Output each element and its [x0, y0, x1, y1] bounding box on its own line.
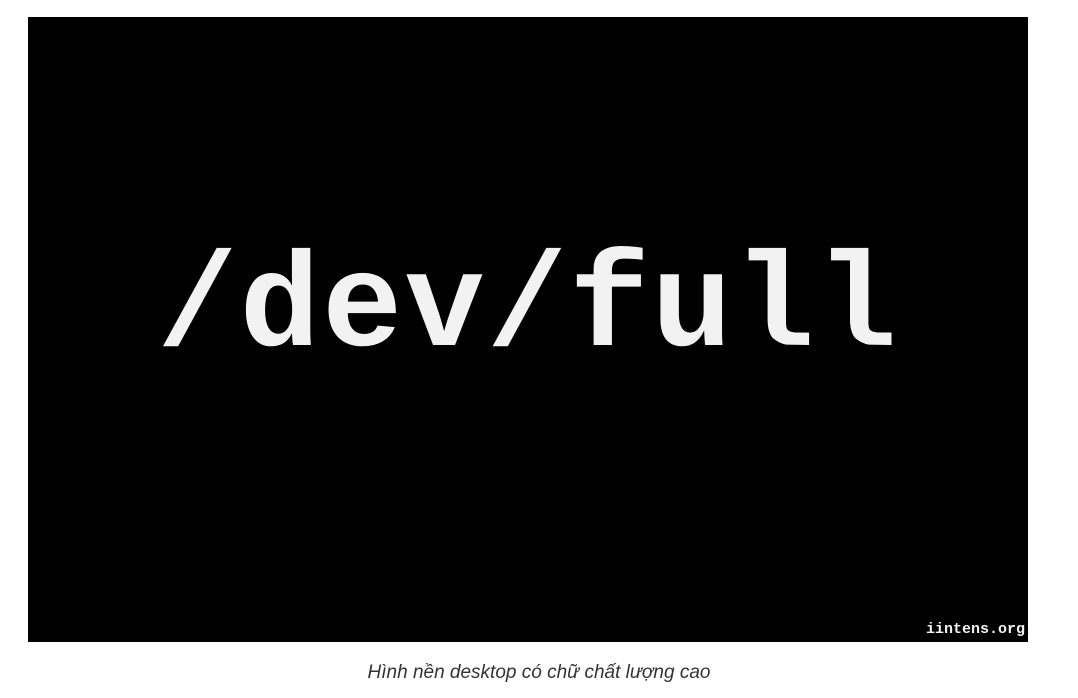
- figure-caption: Hình nền desktop có chữ chất lượng cao: [367, 662, 711, 683]
- wallpaper-headline: /dev/full: [157, 234, 899, 386]
- wallpaper-watermark: iintens.org: [925, 621, 1025, 638]
- wallpaper-image: /dev/full iintens.org: [28, 17, 1028, 642]
